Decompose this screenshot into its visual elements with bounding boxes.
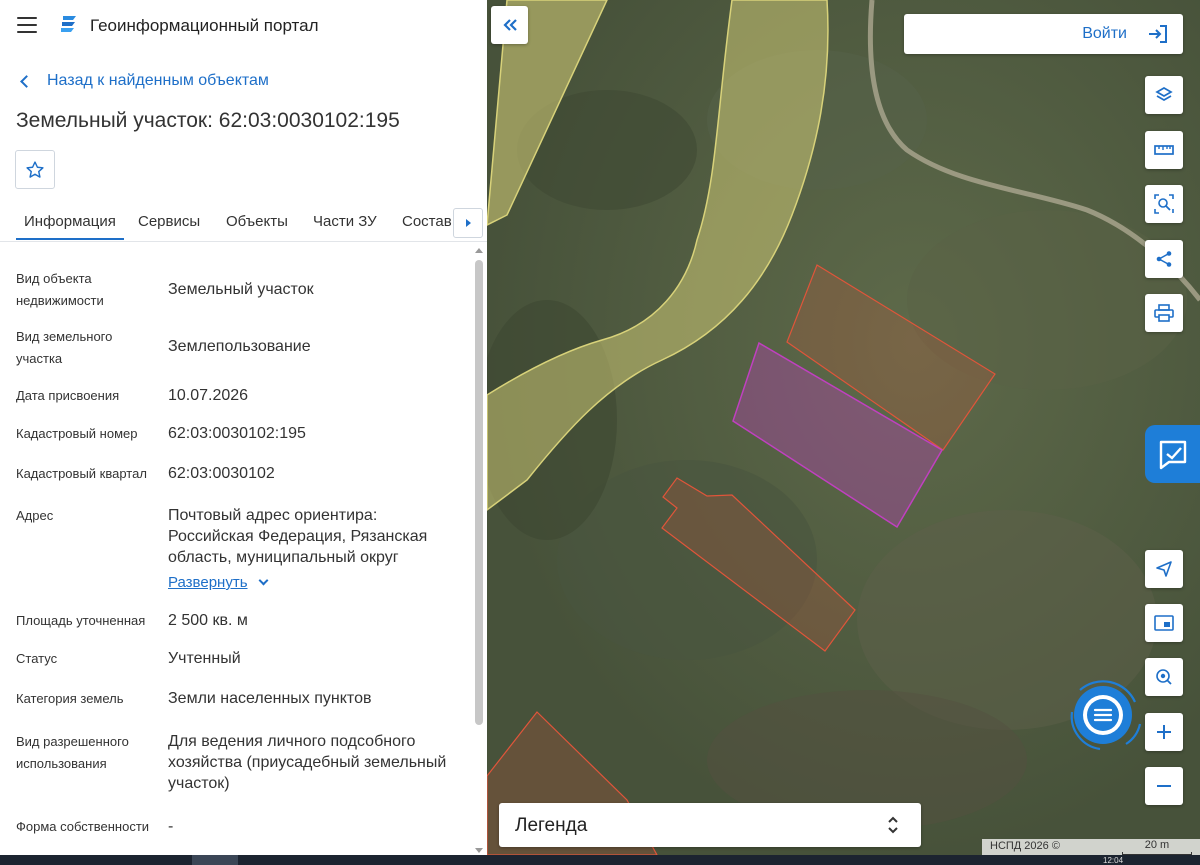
print-button[interactable] — [1145, 294, 1183, 332]
menu-icon[interactable] — [17, 17, 37, 33]
share-button[interactable] — [1145, 240, 1183, 278]
back-link-label: Назад к найденным объектам — [47, 72, 269, 89]
info-value: - — [168, 818, 174, 835]
attribution-text: НСПД 2026 © — [990, 840, 1060, 852]
info-label: Статус — [16, 651, 58, 666]
info-label: Форма собственности — [16, 819, 150, 834]
scroll-up-arrow-icon[interactable] — [475, 248, 483, 253]
chevron-left-icon — [20, 74, 33, 88]
ruler-icon — [1154, 145, 1174, 155]
tab-parcel-parts[interactable]: Части ЗУ — [313, 213, 377, 230]
scale-label: 20 m — [1144, 839, 1170, 851]
app-title: Геоинформационный портал — [90, 16, 319, 35]
info-value: 10.07.2026 — [168, 387, 249, 404]
collapse-panel-button[interactable] — [491, 6, 528, 44]
info-value: 62:03:0030102:195 — [168, 425, 306, 442]
printer-icon — [1154, 304, 1174, 322]
select-search-icon — [1154, 194, 1174, 214]
chat-icon — [1070, 680, 1142, 751]
info-label: Вид объекта недвижимости — [16, 271, 104, 308]
back-to-results-link[interactable]: Назад к найденным объектам — [16, 70, 269, 92]
info-label: Вид земельного участка — [16, 329, 113, 366]
minus-icon — [1157, 785, 1171, 787]
info-label: Дата присвоения — [16, 388, 120, 403]
info-value: Земли населенных пунктов — [168, 690, 372, 707]
info-value: Землепользование — [168, 338, 311, 355]
info-value: Учтенный — [168, 650, 241, 667]
double-chevron-left-icon — [502, 19, 517, 31]
login-icon — [1149, 25, 1167, 43]
chevron-down-icon — [258, 575, 268, 586]
feedback-tab-button[interactable] — [1145, 425, 1200, 483]
scrollbar-thumb[interactable] — [475, 260, 483, 725]
tabs-scroll-right-button[interactable] — [453, 208, 483, 238]
info-label: Адрес — [16, 508, 54, 523]
favorite-button[interactable] — [15, 150, 55, 189]
map-attribution: НСПД 2026 © 20 m — [982, 839, 1200, 855]
measure-button[interactable] — [1145, 131, 1183, 169]
expand-label: Развернуть — [168, 574, 248, 591]
taskbar-app-button[interactable] — [192, 855, 238, 865]
info-label: Категория земель — [16, 691, 124, 706]
expand-address-link[interactable]: Развернуть — [168, 574, 268, 591]
map-view[interactable]: Войти Легенда НСПД 2026 © 20 m — [487, 0, 1200, 855]
layers-icon — [1155, 87, 1173, 101]
star-icon — [26, 160, 44, 178]
tab-composition[interactable]: Состав — [402, 213, 452, 230]
support-chat-button[interactable] — [1060, 672, 1146, 758]
login-label: Войти — [1082, 25, 1127, 42]
panel-scrollbar[interactable] — [474, 248, 484, 853]
share-icon — [1156, 251, 1172, 267]
tab-information[interactable]: Информация — [16, 213, 124, 240]
legend-dropdown[interactable]: Легенда — [499, 803, 921, 847]
info-value: 62:03:0030102 — [168, 465, 275, 482]
zoom-in-button[interactable] — [1145, 713, 1183, 751]
tab-services[interactable]: Сервисы — [138, 213, 200, 230]
object-info-panel: Геоинформационный портал Назад к найденн… — [0, 0, 487, 855]
minimap-button[interactable] — [1145, 604, 1183, 642]
location-pin-icon — [1156, 669, 1172, 685]
info-value-address: Почтовый адрес ориентира: Российская Фед… — [168, 507, 428, 566]
info-value: Земельный участок — [168, 281, 314, 298]
navigation-arrow-icon — [1156, 561, 1172, 577]
info-label: Вид разрешенного использования — [16, 734, 129, 771]
portal-logo-icon — [61, 16, 76, 32]
taskbar-clock: 12:04 — [1103, 856, 1124, 865]
tab-bar: Информация Сервисы Объекты Части ЗУ Сост… — [0, 204, 487, 242]
info-value: Для ведения личного подсобного хозяйства… — [168, 733, 447, 792]
minimap-icon — [1154, 615, 1174, 631]
page-title: Земельный участок: 62:03:0030102:195 — [16, 109, 400, 132]
info-label: Кадастровый номер — [16, 426, 138, 441]
os-taskbar: 12:04 — [0, 855, 1200, 865]
login-button[interactable]: Войти — [904, 14, 1183, 54]
scroll-down-arrow-icon[interactable] — [475, 848, 483, 853]
app-header: Геоинформационный портал — [0, 0, 487, 52]
info-value: 2 500 кв. м — [168, 612, 248, 629]
zoom-out-button[interactable] — [1145, 767, 1183, 805]
chat-bubble-icon — [1159, 440, 1186, 470]
info-label: Кадастровый квартал — [16, 466, 147, 481]
plus-icon — [1157, 725, 1171, 739]
my-location-button[interactable] — [1145, 550, 1183, 588]
chevron-up-down-icon — [888, 816, 898, 834]
legend-label: Легенда — [515, 815, 588, 836]
geo-search-button[interactable] — [1145, 658, 1183, 696]
area-select-button[interactable] — [1145, 185, 1183, 223]
layers-button[interactable] — [1145, 76, 1183, 114]
tab-objects[interactable]: Объекты — [226, 213, 288, 230]
info-label: Площадь уточненная — [16, 613, 146, 628]
